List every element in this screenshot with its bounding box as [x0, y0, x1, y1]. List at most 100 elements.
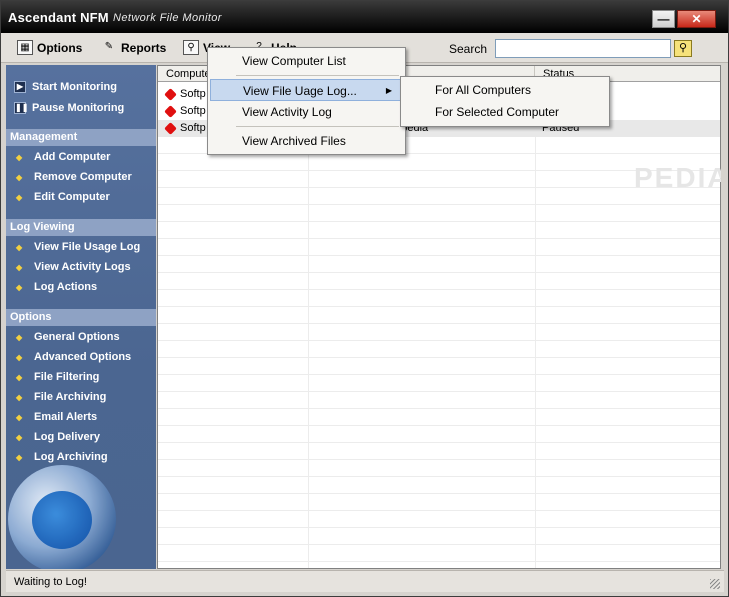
sidebar-item-label: Log Archiving: [34, 451, 108, 463]
status-dot-icon: [164, 88, 177, 101]
sidebar-item-label: Edit Computer: [34, 191, 110, 203]
grid-line: [158, 255, 720, 256]
search-button[interactable]: ⚲: [674, 40, 692, 57]
bullet-icon: ◆: [16, 332, 23, 342]
grid-line: [158, 357, 720, 358]
bullet-icon: ◆: [16, 392, 23, 402]
grid-line: [158, 272, 720, 273]
section-header-log-viewing: Log Viewing: [6, 219, 156, 236]
bullet-icon: ◆: [16, 372, 23, 382]
grid-line: [158, 561, 720, 562]
status-dot-icon: [164, 105, 177, 118]
sidebar-item-view-activity-logs[interactable]: ◆ View Activity Logs: [6, 257, 156, 277]
grid-line: [158, 306, 720, 307]
section-header-options: Options: [6, 309, 156, 326]
grid-line: [158, 204, 720, 205]
sidebar-item-add-computer[interactable]: ◆ Add Computer: [6, 147, 156, 167]
app-subtitle: Network File Monitor: [113, 12, 222, 24]
column-divider: [535, 82, 536, 568]
menu-item-view-activity-log[interactable]: View Activity Log: [210, 101, 403, 123]
sidebar-item-label: File Filtering: [34, 371, 100, 383]
bullet-icon: ◆: [16, 282, 23, 292]
menu-item-view-file-usage-log[interactable]: View File Uage Log... ▶: [210, 79, 401, 101]
title-bar[interactable]: Ascendant NFM Network File Monitor — ✕: [1, 1, 728, 33]
app-title: Ascendant NFM: [8, 10, 109, 25]
sidebar-item-label: Pause Monitoring: [32, 102, 125, 114]
status-dot-icon: [164, 122, 177, 135]
menu-separator: [236, 126, 399, 127]
view-dropdown-menu: View Computer List View File Uage Log...…: [207, 47, 406, 155]
close-icon: ✕: [691, 12, 702, 26]
grid-line: [158, 340, 720, 341]
sidebar-item-label: Add Computer: [34, 151, 111, 163]
submenu-arrow-icon: ▶: [385, 86, 392, 95]
sidebar-item-email-alerts[interactable]: ◆ Email Alerts: [6, 407, 156, 427]
sidebar-item-label: Email Alerts: [34, 411, 98, 423]
menu-item-for-all-computers[interactable]: For All Computers: [403, 79, 607, 101]
options-icon: ▦: [17, 40, 33, 55]
sidebar-item-start-monitoring[interactable]: ▶ Start Monitoring: [6, 77, 156, 97]
grid-line: [158, 289, 720, 290]
menu-item-view-archived-files[interactable]: View Archived Files: [210, 130, 403, 152]
grid-line: [158, 442, 720, 443]
sidebar-item-label: General Options: [34, 331, 120, 343]
app-logo: [8, 465, 116, 569]
search-icon: ⚲: [678, 42, 688, 54]
sidebar-item-label: Start Monitoring: [32, 81, 117, 93]
sidebar-item-pause-monitoring[interactable]: ❚❚ Pause Monitoring: [6, 98, 156, 118]
sidebar-item-view-file-usage-log[interactable]: ◆ View File Usage Log: [6, 237, 156, 257]
menu-item-view-computer-list[interactable]: View Computer List: [210, 50, 403, 72]
sidebar-item-log-delivery[interactable]: ◆ Log Delivery: [6, 427, 156, 447]
bullet-icon: ◆: [16, 262, 23, 272]
reports-menu-button[interactable]: ✎ Reports: [101, 40, 167, 55]
sidebar-item-file-archiving[interactable]: ◆ File Archiving: [6, 387, 156, 407]
sidebar-item-remove-computer[interactable]: ◆ Remove Computer: [6, 167, 156, 187]
grid-line: [158, 425, 720, 426]
reports-icon: ✎: [104, 41, 114, 52]
file-usage-log-submenu: For All Computers For Selected Computer: [400, 76, 610, 127]
search-input[interactable]: [495, 39, 671, 58]
section-header-management: Management: [6, 129, 156, 146]
play-icon: ▶: [14, 81, 26, 93]
menu-item-for-selected-computer[interactable]: For Selected Computer: [403, 101, 607, 123]
cell-computer: Softp: [180, 122, 206, 134]
sidebar-item-log-archiving[interactable]: ◆ Log Archiving: [6, 447, 156, 467]
app-window: Ascendant NFM Network File Monitor — ✕ ▦…: [0, 0, 729, 597]
grid-line: [158, 374, 720, 375]
reports-label: Reports: [121, 40, 167, 55]
grid-line: [158, 493, 720, 494]
grid-line: [158, 544, 720, 545]
bullet-icon: ◆: [16, 352, 23, 362]
minimize-button[interactable]: —: [652, 10, 675, 28]
view-icon: ⚲: [183, 40, 199, 55]
sidebar-item-log-actions[interactable]: ◆ Log Actions: [6, 277, 156, 297]
minimize-icon: —: [657, 12, 670, 26]
pause-icon: ❚❚: [14, 102, 29, 114]
sidebar-item-label: Remove Computer: [34, 171, 132, 183]
resize-grip-icon[interactable]: [710, 579, 720, 589]
watermark: PEDIA: [634, 162, 729, 193]
options-menu-button[interactable]: ▦ Options: [17, 40, 82, 55]
grid-line: [158, 391, 720, 392]
bullet-icon: ◆: [16, 172, 23, 182]
bullet-icon: ◆: [16, 412, 23, 422]
close-button[interactable]: ✕: [677, 10, 716, 28]
options-label: Options: [37, 40, 83, 55]
sidebar-item-file-filtering[interactable]: ◆ File Filtering: [6, 367, 156, 387]
sidebar-item-label: Log Delivery: [34, 431, 101, 443]
bullet-icon: ◆: [16, 152, 23, 162]
bullet-icon: ◆: [16, 452, 23, 462]
status-bar: Waiting to Log!: [6, 570, 724, 592]
grid-line: [158, 459, 720, 460]
sidebar-item-general-options[interactable]: ◆ General Options: [6, 327, 156, 347]
bullet-icon: ◆: [16, 242, 23, 252]
logo-globe-icon: [32, 491, 92, 549]
sidebar-item-advanced-options[interactable]: ◆ Advanced Options: [6, 347, 156, 367]
cell-computer: Softp: [180, 88, 206, 100]
bullet-icon: ◆: [16, 192, 23, 202]
sidebar-item-edit-computer[interactable]: ◆ Edit Computer: [6, 187, 156, 207]
grid-line: [158, 238, 720, 239]
right-edge: [721, 65, 728, 569]
sidebar: ▶ Start Monitoring ❚❚ Pause Monitoring M…: [6, 65, 156, 569]
grid-line: [158, 527, 720, 528]
